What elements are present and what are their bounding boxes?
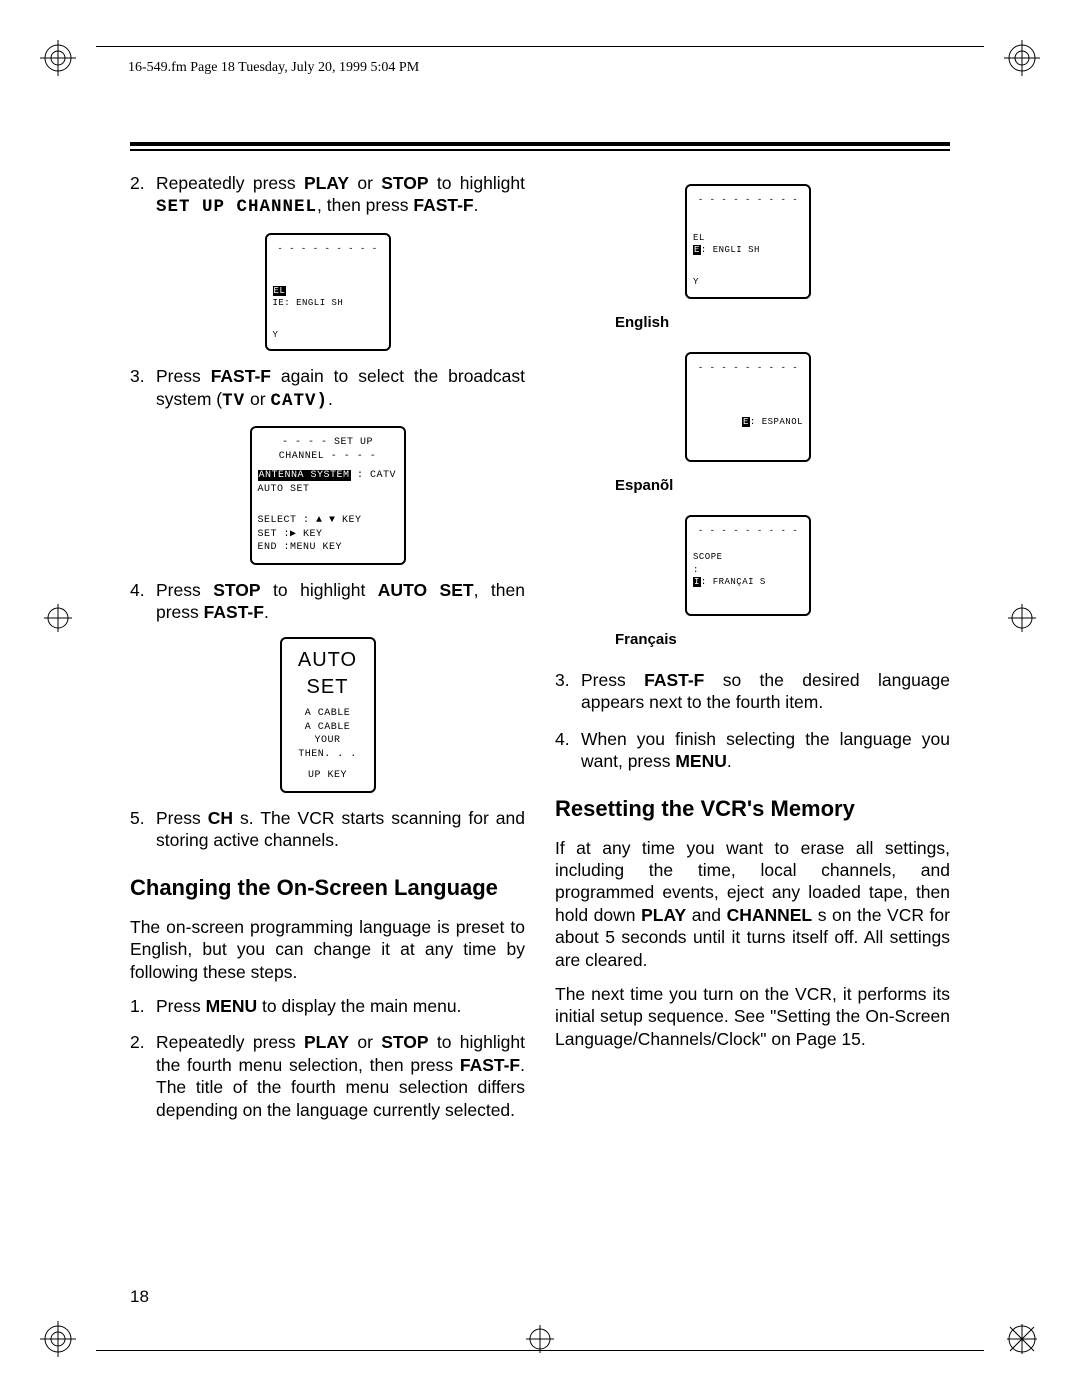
crop-mark-tr <box>1004 40 1040 76</box>
page-number: 18 <box>130 1287 149 1307</box>
crop-mark-bl <box>40 1321 76 1357</box>
heading-reset-memory: Resetting the VCR's Memory <box>555 795 950 823</box>
step-4: 4. Press STOP to highlight AUTO SET, the… <box>130 579 525 624</box>
left-column: 2. Repeatedly press PLAY or STOP to high… <box>130 172 525 1277</box>
edge-tick-left <box>44 604 72 632</box>
osd-francais: - - - - - - - - - SCOPE : I: FRANÇAI S <box>685 515 811 616</box>
crop-mark-br <box>1004 1321 1040 1357</box>
lang-step-3: 3. Press FAST-F so the desired language … <box>555 669 950 714</box>
lang-step-4: 4. When you finish selecting the languag… <box>555 728 950 773</box>
right-column: - - - - - - - - - EL EE: ENGLI SH: ENGLI… <box>555 172 950 1277</box>
change-language-intro: The on-screen programming language is pr… <box>130 916 525 983</box>
osd-screen-1: - - - - - - - - - EL IE: ENGLI SH Y <box>265 233 391 352</box>
crop-mark-tl <box>40 40 76 76</box>
heading-change-language: Changing the On-Screen Language <box>130 874 525 902</box>
heading-rule <box>130 142 950 146</box>
step-5: 5. Press CH s. The VCR starts scanning f… <box>130 807 525 852</box>
caption-espanol: Espanõl <box>615 476 950 495</box>
step-3: 3. Press FAST-F again to select the broa… <box>130 365 525 412</box>
caption-english: English <box>615 313 950 332</box>
osd-screen-2: - - - - SET UP CHANNEL - - - - ANTENNA S… <box>250 426 406 565</box>
lang-step-1: 1. Press MENU to display the main menu. <box>130 995 525 1017</box>
caption-francais: Français <box>615 630 950 649</box>
heading-rule-2 <box>130 149 950 151</box>
osd-english: - - - - - - - - - EL EE: ENGLI SH: ENGLI… <box>685 184 811 299</box>
osd-screen-3: AUTO SET A CABLE A CABLE YOUR THEN. . . … <box>280 637 376 793</box>
osd-espanol: - - - - - - - - - E: ESPANOL <box>685 352 811 462</box>
step-2: 2. Repeatedly press PLAY or STOP to high… <box>130 172 525 219</box>
edge-tick-right <box>1008 604 1036 632</box>
lang-step-2: 2. Repeatedly press PLAY or STOP to high… <box>130 1031 525 1121</box>
reset-para-2: The next time you turn on the VCR, it pe… <box>555 983 950 1050</box>
reset-para-1: If at any time you want to erase all set… <box>555 837 950 971</box>
